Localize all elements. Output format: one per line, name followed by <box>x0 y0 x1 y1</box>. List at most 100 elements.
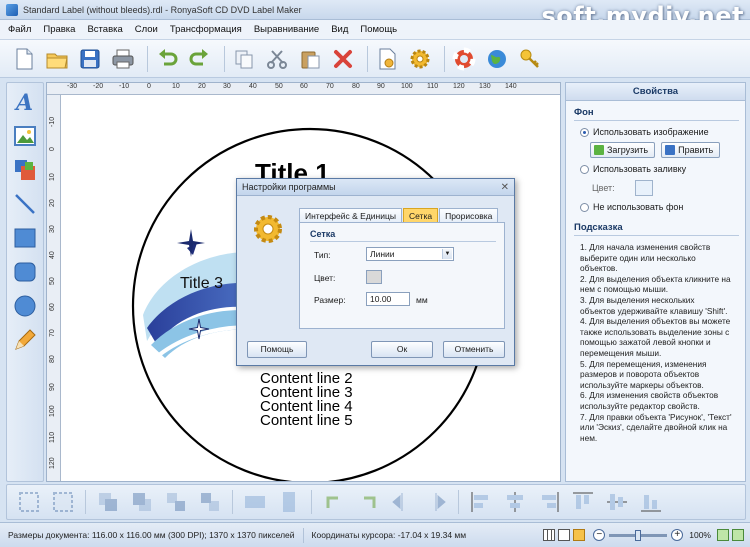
menu-insert[interactable]: Вставка <box>87 24 122 35</box>
tab-rendering[interactable]: Прорисовка <box>439 208 499 222</box>
rotate-right-icon[interactable] <box>356 490 380 514</box>
ellipse-tool-icon[interactable] <box>11 292 39 320</box>
hint-line: 4. Для выделения объектов вы можете <box>580 316 731 327</box>
key-icon[interactable] <box>516 45 544 73</box>
menu-align[interactable]: Выравнивание <box>254 24 319 35</box>
list-view-icon[interactable] <box>558 529 571 541</box>
bring-to-front-icon[interactable] <box>164 490 188 514</box>
radio-selected[interactable] <box>580 127 589 137</box>
same-width-icon[interactable] <box>243 490 267 514</box>
zoom-slider-thumb[interactable] <box>635 529 642 541</box>
select-group-icon[interactable] <box>51 490 75 514</box>
hint-line: 6. Для изменения свойств объектов <box>580 390 719 401</box>
zoom-in-icon[interactable]: + <box>671 529 684 541</box>
radio-unselected[interactable] <box>580 164 589 174</box>
delete-icon[interactable] <box>329 45 357 73</box>
same-height-icon[interactable] <box>277 490 301 514</box>
align-top-icon[interactable] <box>571 490 595 514</box>
save-icon[interactable] <box>76 45 104 73</box>
properties-panel: Свойства Фон Использовать изображение За… <box>565 82 746 482</box>
group-divider <box>310 241 496 242</box>
use-fill-label: Использовать заливку <box>593 164 687 174</box>
use-fill-option[interactable]: Использовать заливку <box>580 164 745 174</box>
grid-type-select[interactable]: Линии ▼ <box>366 247 454 261</box>
zoom-out-icon[interactable]: − <box>593 529 606 541</box>
hint-line: 7. Для правки объекта 'Рисунок', 'Текст' <box>580 411 732 422</box>
copy-icon[interactable] <box>230 45 258 73</box>
open-folder-icon[interactable] <box>43 45 71 73</box>
menu-help[interactable]: Помощь <box>360 24 397 35</box>
grid-type-label: Тип: <box>314 250 331 260</box>
shapes-tool-icon[interactable] <box>11 156 39 184</box>
menu-transform[interactable]: Трансформация <box>170 24 242 35</box>
menu-view[interactable]: Вид <box>331 24 348 35</box>
grid-size-input[interactable]: 10.00 <box>366 292 410 306</box>
no-background-label: Не использовать фон <box>593 202 684 212</box>
page-setup-icon[interactable] <box>373 45 401 73</box>
hint-line: нем с помощью мыши. <box>580 284 669 295</box>
text-tool-icon[interactable]: A <box>11 88 39 116</box>
edit-image-button[interactable]: Править <box>661 142 721 158</box>
help-lifebuoy-icon[interactable] <box>450 45 478 73</box>
send-backward-icon[interactable] <box>130 490 154 514</box>
zoom-slider[interactable] <box>609 529 668 541</box>
dialog-close-icon[interactable]: ✕ <box>501 179 509 196</box>
hint-line: размеров и поворота объектов <box>580 369 700 380</box>
menu-layers[interactable]: Слои <box>135 24 158 35</box>
settings-gear-icon[interactable] <box>406 45 434 73</box>
grid-color-swatch[interactable] <box>366 270 382 284</box>
menu-edit[interactable]: Правка <box>43 24 75 35</box>
redo-icon[interactable] <box>186 45 214 73</box>
tab-grid[interactable]: Сетка <box>402 208 439 222</box>
rounded-rect-tool-icon[interactable] <box>11 258 39 286</box>
align-left-icon[interactable] <box>469 490 493 514</box>
radio-unselected[interactable] <box>580 202 589 212</box>
hint-section-title: Подсказка <box>574 222 739 236</box>
new-file-icon[interactable] <box>10 45 38 73</box>
align-middle-icon[interactable] <box>605 490 629 514</box>
line-tool-icon[interactable] <box>11 190 39 218</box>
chevron-down-icon[interactable]: ▼ <box>442 249 452 259</box>
toolbar-separator <box>224 45 225 72</box>
align-right-icon[interactable] <box>537 490 561 514</box>
grid-view-icon[interactable] <box>543 529 556 541</box>
use-image-option[interactable]: Использовать изображение <box>580 127 745 137</box>
ok-button[interactable]: Ок <box>371 341 433 358</box>
app-icon <box>6 3 18 16</box>
load-button-label: Загрузить <box>607 145 649 155</box>
pencil-tool-icon[interactable] <box>11 326 39 354</box>
image-tool-icon[interactable] <box>11 122 39 150</box>
help-button[interactable]: Помощь <box>247 341 307 358</box>
cancel-button[interactable]: Отменить <box>443 341 505 358</box>
align-center-icon[interactable] <box>503 490 527 514</box>
rectangle-tool-icon[interactable] <box>11 224 39 252</box>
edit-icon <box>665 145 676 155</box>
dialog-title-bar[interactable]: Настройки программы ✕ <box>237 179 514 196</box>
print-icon[interactable] <box>109 45 137 73</box>
arrange-toolbar <box>6 484 746 520</box>
align-bottom-icon[interactable] <box>639 490 663 514</box>
grid-group-title: Сетка <box>310 229 336 239</box>
flip-horizontal-icon[interactable] <box>390 490 414 514</box>
fit-width-icon[interactable] <box>732 529 744 541</box>
load-image-button[interactable]: Загрузить <box>590 142 656 158</box>
website-globe-icon[interactable] <box>483 45 511 73</box>
status-bar: Размеры документа: 116.00 x 116.00 мм (3… <box>0 522 750 547</box>
menu-file[interactable]: Файл <box>8 24 31 35</box>
ruler-toggle-icon[interactable] <box>573 529 586 541</box>
zoom-level: 100% <box>689 530 711 540</box>
paste-icon[interactable] <box>296 45 324 73</box>
fill-color-swatch[interactable] <box>634 180 653 196</box>
fit-page-icon[interactable] <box>717 529 729 541</box>
tab-interface-units[interactable]: Интерфейс & Единицы <box>299 208 402 222</box>
flip-vertical-icon[interactable] <box>424 490 448 514</box>
hint-line: помощью зажатой левой кнопки и <box>580 337 711 348</box>
undo-icon[interactable] <box>153 45 181 73</box>
send-to-back-icon[interactable] <box>198 490 222 514</box>
no-background-option[interactable]: Не использовать фон <box>580 202 745 212</box>
label-content-line: Content line 5 <box>260 412 353 429</box>
select-all-icon[interactable] <box>17 490 41 514</box>
bring-forward-icon[interactable] <box>96 490 120 514</box>
cut-icon[interactable] <box>263 45 291 73</box>
rotate-left-icon[interactable] <box>322 490 346 514</box>
